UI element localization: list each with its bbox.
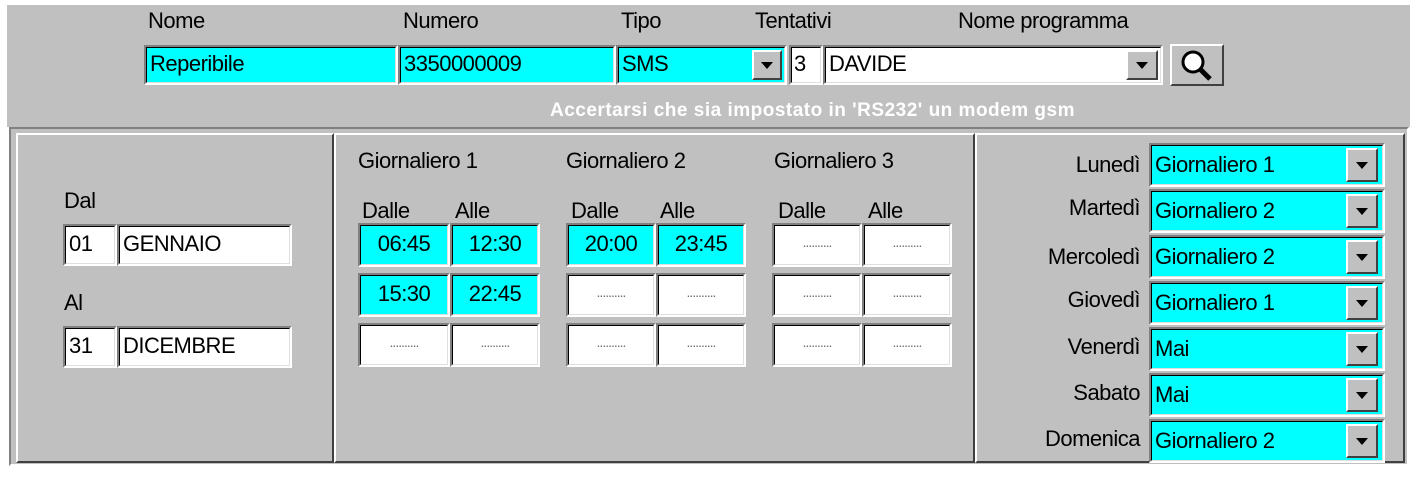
g3-r1-alle[interactable]: .......... (862, 223, 952, 267)
dal-day-field[interactable]: 01 (63, 224, 117, 266)
nome-field[interactable]: Reperibile (144, 45, 398, 85)
day-dropdown-martedi[interactable] (1346, 194, 1378, 228)
day-dropdown-giovedi[interactable] (1346, 286, 1378, 320)
alle-label-2: Alle (660, 198, 695, 223)
day-label-sabato: Sabato (1073, 380, 1140, 405)
tipo-dropdown-button[interactable] (752, 50, 782, 80)
modem-note: Accertarsi che sia impostato in 'RS232' … (550, 100, 1075, 121)
day-dropdown-mercoledi[interactable] (1346, 240, 1378, 274)
g3-r1-dalle[interactable]: .......... (772, 223, 862, 267)
al-day-field[interactable]: 31 (63, 326, 117, 368)
g1-r1-dalle[interactable]: 06:45 (358, 223, 450, 267)
giornaliero-2-title: Giornaliero 2 (566, 148, 686, 173)
dalle-label-1: Dalle (362, 198, 410, 223)
dalle-label-2: Dalle (571, 198, 619, 223)
giornaliero-3-title: Giornaliero 3 (774, 148, 894, 173)
day-dropdown-sabato[interactable] (1346, 378, 1378, 412)
tentativi-field[interactable]: 3 (789, 45, 823, 85)
g3-r3-alle[interactable]: .......... (862, 323, 952, 367)
day-label-giovedi: Giovedì (1067, 287, 1141, 312)
day-label-domenica: Domenica (1044, 426, 1141, 451)
search-button[interactable] (1170, 44, 1224, 86)
dalle-label-3: Dalle (778, 198, 826, 223)
numero-field[interactable]: 3350000009 (398, 45, 616, 85)
day-dropdown-venerdi[interactable] (1346, 332, 1378, 366)
giornaliero-1-title: Giornaliero 1 (358, 148, 478, 173)
g1-r2-alle[interactable]: 22:45 (450, 273, 540, 317)
g3-r2-alle[interactable]: .......... (862, 273, 952, 317)
g2-r2-dalle[interactable]: .......... (566, 273, 656, 317)
g2-r1-alle[interactable]: 23:45 (656, 223, 746, 267)
g2-r3-alle[interactable]: .......... (656, 323, 746, 367)
nome-label: Nome (148, 8, 205, 33)
al-month-field[interactable]: DICEMBRE (117, 326, 292, 368)
day-dropdown-lunedi[interactable] (1346, 148, 1378, 182)
nome-programma-dropdown-button[interactable] (1126, 50, 1158, 80)
tentativi-label: Tentativi (755, 8, 832, 33)
day-label-mercoledi: Mercoledì (1047, 244, 1141, 269)
g3-r3-dalle[interactable]: .......... (772, 323, 862, 367)
alle-label-3: Alle (868, 198, 903, 223)
g3-r2-dalle[interactable]: .......... (772, 273, 862, 317)
day-label-martedi: Martedì (1068, 195, 1141, 220)
g2-r2-alle[interactable]: .......... (656, 273, 746, 317)
day-dropdown-domenica[interactable] (1346, 424, 1378, 458)
g1-r2-dalle[interactable]: 15:30 (358, 273, 450, 317)
al-label: Al (64, 290, 83, 315)
numero-label: Numero (403, 8, 479, 33)
nome-programma-select[interactable]: DAVIDE (823, 45, 1163, 85)
g1-r3-alle[interactable]: .......... (450, 323, 540, 367)
g1-r3-dalle[interactable]: .......... (358, 323, 450, 367)
tipo-label: Tipo (621, 8, 661, 33)
alle-label-1: Alle (455, 198, 490, 223)
day-label-lunedi: Lunedì (1075, 152, 1141, 177)
magnifier-icon (1181, 50, 1212, 81)
g2-r3-dalle[interactable]: .......... (566, 323, 656, 367)
dal-month-field[interactable]: GENNAIO (117, 224, 292, 266)
day-label-venerdi: Venerdì (1067, 334, 1141, 359)
nome-programma-label: Nome programma (958, 8, 1129, 33)
g1-r1-alle[interactable]: 12:30 (450, 223, 540, 267)
g2-r1-dalle[interactable]: 20:00 (566, 223, 656, 267)
dal-label: Dal (64, 188, 96, 213)
